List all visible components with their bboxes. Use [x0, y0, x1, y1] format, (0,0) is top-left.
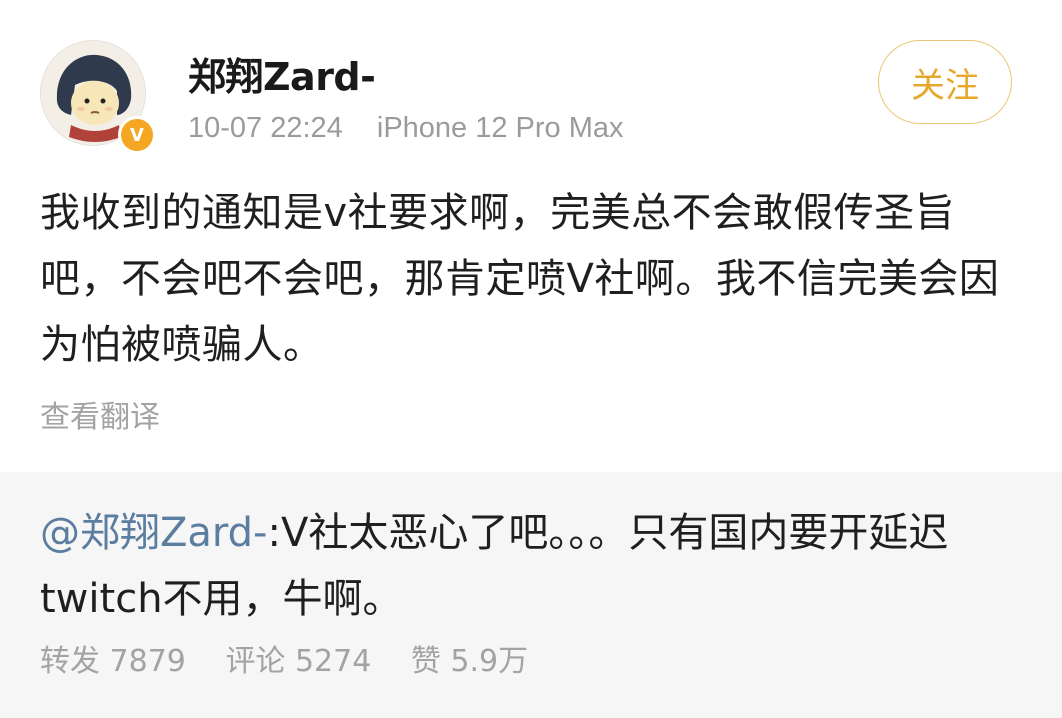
follow-label: 关注: [911, 65, 979, 106]
repost-stats: 转发 7879 评论 5274 赞 5.9万: [40, 636, 558, 680]
comment-count[interactable]: 评论 5274: [225, 644, 371, 679]
post-text: 我收到的通知是v社要求啊，完美总不会敢假传圣旨吧，不会吧不会吧，那肯定喷V社啊。…: [40, 190, 1000, 368]
username[interactable]: 郑翔Zard-: [188, 46, 376, 101]
post-device: iPhone 12 Pro Max: [376, 112, 624, 144]
follow-button[interactable]: 关注: [878, 40, 1012, 124]
verified-mark: V: [130, 124, 144, 146]
post-meta: 10-07 22:24 iPhone 12 Pro Max: [188, 112, 624, 145]
post-date: 10-07 22:24: [188, 112, 343, 144]
translate-link[interactable]: 查看翻译: [40, 392, 160, 436]
weibo-post: V 郑翔Zard- 10-07 22:24 iPhone 12 Pro Max …: [0, 0, 1062, 718]
repost-count[interactable]: 转发 7879: [40, 644, 186, 679]
like-count[interactable]: 赞 5.9万: [411, 644, 528, 679]
repost-box[interactable]: @郑翔Zard-:V社太恶心了吧。。。只有国内要开延迟twitch不用，牛啊。 …: [0, 472, 1062, 718]
repost-text: @郑翔Zard-:V社太恶心了吧。。。只有国内要开延迟twitch不用，牛啊。: [40, 500, 1030, 632]
verified-badge-icon: V: [118, 116, 156, 154]
avatar-container[interactable]: V: [40, 40, 156, 154]
repost-mention[interactable]: @郑翔Zard-: [40, 510, 267, 556]
